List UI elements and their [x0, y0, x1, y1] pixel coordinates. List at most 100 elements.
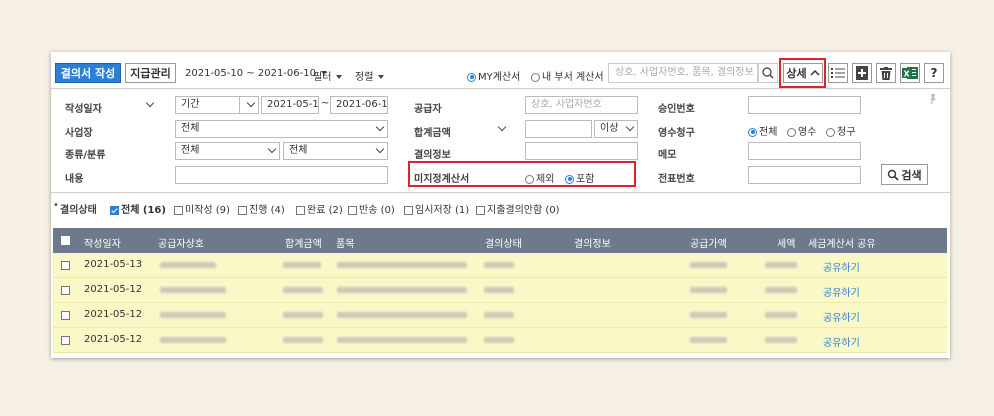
search-button[interactable]: [758, 63, 778, 83]
excel-icon: X: [902, 67, 918, 79]
col-supply-amount[interactable]: 공급가액: [690, 235, 727, 250]
pin-icon[interactable]: [927, 93, 939, 105]
chevron-down-icon[interactable]: [497, 122, 507, 132]
approval-label: 승인번호: [658, 104, 695, 115]
slip-label: 전표번호: [658, 174, 695, 185]
supplier-label: 공급자: [414, 104, 442, 115]
col-status[interactable]: 결의상태: [485, 235, 522, 250]
content-label: 내용: [65, 174, 84, 185]
share-link[interactable]: 공유하기: [823, 284, 860, 299]
type-select-2[interactable]: 전체: [283, 142, 388, 160]
chevron-down-icon: [378, 75, 385, 79]
search-icon: [762, 67, 774, 79]
search-icon: [888, 169, 899, 181]
row-checkbox[interactable]: [61, 311, 70, 320]
status-no-expense[interactable]: 지출결의안함 (0): [476, 201, 560, 216]
receipt-all-label: 전체: [759, 127, 778, 138]
checkbox-icon: [238, 205, 247, 215]
radio-receipt-all[interactable]: 전체: [748, 123, 777, 138]
list-view-button[interactable]: [828, 63, 848, 83]
type-label: 종류/분류: [65, 150, 106, 161]
date-to-input[interactable]: 2021-06-10: [330, 96, 388, 114]
blurred-tax: [765, 262, 797, 268]
type-select-1[interactable]: 전체: [175, 142, 280, 160]
search-input[interactable]: 상호, 사업자번호, 품목, 결의정보: [608, 63, 758, 83]
status-draft[interactable]: 임시저장 (1): [404, 201, 469, 216]
row-checkbox[interactable]: [61, 261, 70, 270]
blurred-supplier: [160, 312, 226, 318]
table-row[interactable]: 2021-05-12 공유하기: [53, 303, 947, 328]
sort-dropdown[interactable]: 정렬: [355, 68, 385, 83]
filter-dropdown[interactable]: 필터: [313, 68, 343, 83]
total-op-select[interactable]: 이상: [594, 120, 638, 138]
checkbox-icon: [348, 205, 357, 215]
checkbox-icon: [174, 205, 183, 215]
resolution-label: 결의정보: [414, 150, 451, 161]
status-progress[interactable]: 진행 (4): [238, 201, 285, 216]
chevron-down-icon[interactable]: [145, 98, 155, 108]
checkbox-icon: [404, 205, 413, 215]
status-unwritten[interactable]: 미작성 (9): [174, 201, 230, 216]
resolution-input[interactable]: [525, 142, 638, 160]
help-button[interactable]: ?: [924, 63, 944, 83]
approval-input[interactable]: [748, 96, 861, 114]
share-link[interactable]: 공유하기: [823, 259, 860, 274]
blurred-status: [484, 337, 514, 343]
status-returned-label: 반송 (0): [359, 205, 395, 216]
status-returned[interactable]: 반송 (0): [348, 201, 395, 216]
radio-my-invoice[interactable]: MY계산서: [467, 68, 520, 83]
total-label: 합계금액: [414, 128, 451, 139]
chevron-down-icon: [246, 98, 256, 108]
period-value: 기간: [181, 99, 200, 110]
status-unwritten-label: 미작성 (9): [185, 205, 230, 216]
blurred-item: [337, 312, 467, 318]
date-label: 작성일자: [65, 104, 102, 115]
radio-dept-invoice[interactable]: 내 부서 계산서: [531, 68, 604, 83]
supplier-input[interactable]: 상호, 사업자번호: [525, 96, 638, 114]
add-document-button[interactable]: [852, 63, 872, 83]
delete-button[interactable]: [876, 63, 896, 83]
col-supplier[interactable]: 공급자상호: [158, 235, 204, 250]
select-all-checkbox[interactable]: [61, 236, 70, 245]
total-amount-input[interactable]: [525, 120, 592, 138]
share-link[interactable]: 공유하기: [823, 309, 860, 324]
table-row[interactable]: 2021-05-12 공유하기: [53, 278, 947, 303]
chevron-down-icon: [375, 144, 385, 154]
chevron-down-icon: [267, 144, 277, 154]
radio-receipt[interactable]: 영수: [787, 123, 816, 138]
write-resolution-button[interactable]: 결의서 작성: [55, 63, 121, 83]
excel-export-button[interactable]: X: [900, 63, 920, 83]
blurred-tax: [765, 287, 797, 293]
status-complete[interactable]: 완료 (2): [296, 201, 343, 216]
date-from-input[interactable]: 2021-05-10: [261, 96, 319, 114]
radio-claim[interactable]: 청구: [826, 123, 855, 138]
slip-input[interactable]: [748, 166, 861, 184]
col-resolution[interactable]: 결의정보: [574, 235, 611, 250]
search-submit-button[interactable]: 검색: [881, 164, 928, 185]
blurred-tax: [765, 337, 797, 343]
row-date: 2021-05-12: [84, 284, 143, 295]
status-complete-label: 완료 (2): [307, 205, 343, 216]
blurred-status: [484, 287, 514, 293]
col-date[interactable]: 작성일자: [84, 235, 121, 250]
site-select[interactable]: 전체: [175, 120, 388, 138]
memo-input[interactable]: [748, 142, 861, 160]
date-range-dropdown[interactable]: 2021-05-10 ~ 2021-06-10: [185, 68, 327, 79]
table-row[interactable]: 2021-05-12 공유하기: [53, 328, 947, 353]
row-checkbox[interactable]: [61, 286, 70, 295]
col-total[interactable]: 합계금액: [285, 235, 322, 250]
period-select[interactable]: 기간: [175, 96, 259, 114]
toolbar: 결의서 작성 지급관리 2021-05-10 ~ 2021-06-10 필터 정…: [51, 52, 950, 88]
blurred-total: [283, 287, 323, 293]
sort-label: 정렬: [355, 72, 374, 83]
col-item[interactable]: 품목: [336, 235, 354, 250]
col-share[interactable]: 세금계산서 공유: [808, 235, 876, 250]
share-link[interactable]: 공유하기: [823, 334, 860, 349]
blurred-supply: [690, 312, 727, 318]
table-row[interactable]: 2021-05-13 공유하기: [53, 253, 947, 278]
content-input[interactable]: [175, 166, 388, 184]
col-tax[interactable]: 세액: [777, 235, 795, 250]
status-all[interactable]: 전체 (16): [110, 201, 166, 216]
row-checkbox[interactable]: [61, 336, 70, 345]
payment-management-button[interactable]: 지급관리: [125, 63, 176, 83]
